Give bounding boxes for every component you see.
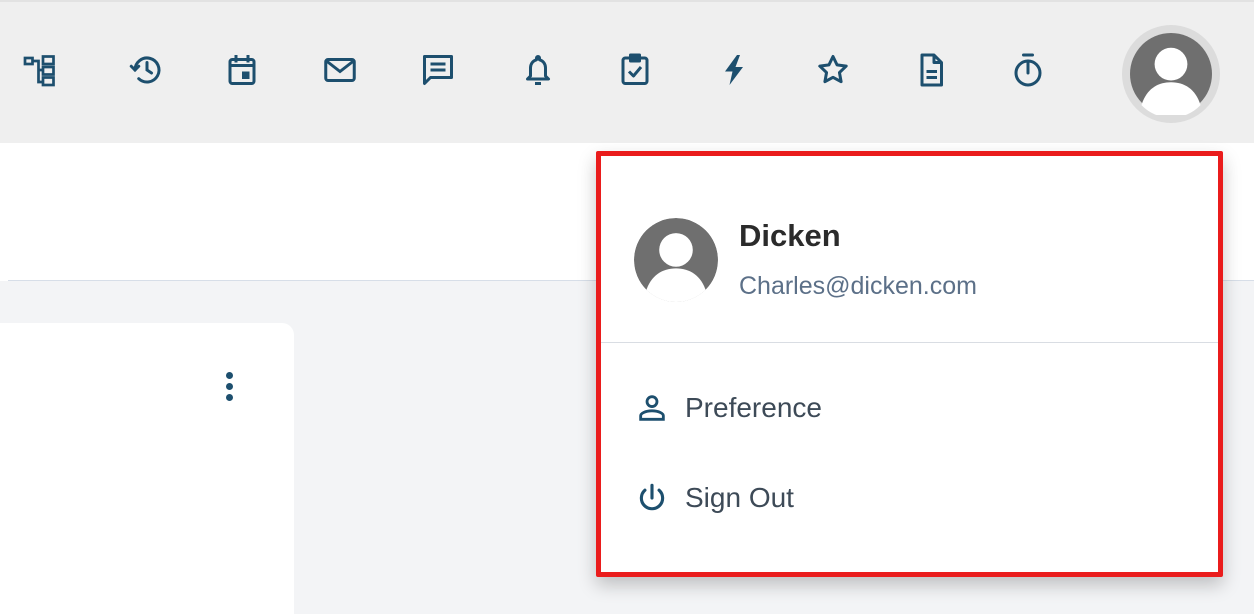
history-icon[interactable] xyxy=(127,50,167,90)
power-icon xyxy=(639,483,665,511)
sign-out-label: Sign Out xyxy=(685,482,794,513)
star-icon[interactable] xyxy=(813,50,853,90)
preference-menu-item[interactable]: Preference xyxy=(635,386,822,430)
hierarchy-icon[interactable] xyxy=(20,50,60,90)
bell-icon[interactable] xyxy=(518,50,558,90)
sign-out-menu-item[interactable]: Sign Out xyxy=(635,476,794,520)
chat-icon[interactable] xyxy=(418,50,458,90)
task-icon[interactable] xyxy=(615,50,655,90)
more-options-icon[interactable] xyxy=(218,362,240,410)
user-email: Charles@dicken.com xyxy=(739,272,977,300)
menu-divider xyxy=(601,342,1218,343)
user-name: Dicken xyxy=(739,218,841,253)
avatar xyxy=(634,218,718,302)
user-avatar-button[interactable] xyxy=(1122,25,1220,123)
user-icon xyxy=(639,395,665,421)
mail-icon[interactable] xyxy=(320,50,360,90)
lightning-icon[interactable] xyxy=(714,50,754,90)
timer-icon[interactable] xyxy=(1008,50,1048,90)
preference-label: Preference xyxy=(685,392,822,423)
top-toolbar xyxy=(0,0,1254,143)
calendar-icon[interactable] xyxy=(222,50,262,90)
document-icon[interactable] xyxy=(911,50,951,90)
content-card xyxy=(0,323,294,614)
user-dropdown-menu: Dicken Charles@dicken.com Preference Sig… xyxy=(596,151,1223,577)
